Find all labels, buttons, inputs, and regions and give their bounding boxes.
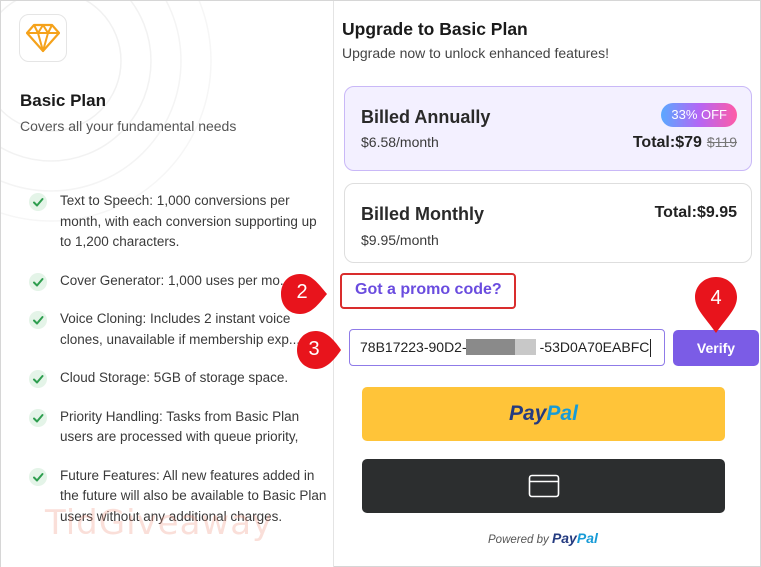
billing-option-price: $9.95/month: [361, 232, 439, 248]
promo-code-prefix: 78B17223-90D2-: [360, 339, 467, 355]
annotation-marker-3: 3: [293, 327, 341, 383]
annotation-number: 2: [296, 281, 308, 303]
plan-title: Basic Plan: [20, 91, 106, 110]
check-icon: [29, 272, 47, 291]
annotation-number: 3: [308, 338, 320, 360]
paypal-wordmark-pay: Pay: [551, 530, 577, 546]
original-price: $119: [706, 134, 737, 150]
powered-by-text: Powered by: [488, 534, 549, 546]
billing-option-price: $6.58/month: [361, 134, 439, 150]
feature-text: Priority Handling: Tasks from Basic Plan…: [60, 408, 300, 445]
check-icon: [29, 408, 47, 427]
check-icon: [29, 467, 47, 486]
billing-option-name: Billed Annually: [361, 107, 491, 127]
feature-text: Cover Generator: 1,000 uses per mo...: [60, 272, 292, 288]
feature-item: Priority Handling: Tasks from Basic Plan…: [29, 407, 329, 448]
feature-text: Text to Speech: 1,000 conversions per mo…: [60, 193, 317, 249]
window-frame: Basic Plan Covers all your fundamental n…: [0, 0, 761, 567]
paypal-button[interactable]: Pay Pal: [362, 387, 725, 441]
annotation-marker-2: 2: [281, 269, 327, 325]
feature-text: Voice Cloning: Includes 2 instant voice …: [60, 311, 301, 347]
upgrade-title: Upgrade to Basic Plan: [342, 19, 528, 39]
promo-code-suffix: -53D0A70EABFC: [539, 339, 650, 355]
annotation-number: 4: [710, 287, 722, 309]
total-amount: Total:$79: [632, 134, 702, 151]
paypal-wordmark: PayPal: [552, 530, 598, 546]
credit-card-icon: [528, 474, 559, 498]
feature-list: Text to Speech: 1,000 conversions per mo…: [29, 191, 329, 545]
billing-option-name: Billed Monthly: [361, 204, 484, 224]
annotation-marker-4: 4: [693, 275, 739, 333]
billing-option-total: Total:$79 $119: [633, 134, 737, 152]
redaction-block: [466, 339, 536, 355]
promo-code-link[interactable]: Got a promo code?: [355, 281, 502, 299]
paypal-logo-pay: Pay: [509, 402, 547, 425]
check-icon: [29, 311, 47, 329]
check-icon: [29, 193, 47, 211]
plan-subtitle: Covers all your fundamental needs: [20, 118, 237, 134]
feature-item: Cloud Storage: 5GB of storage space.: [29, 368, 329, 389]
billing-option-total: Total:$9.95: [654, 204, 737, 221]
billing-option-monthly[interactable]: Billed Monthly $9.95/month Total:$9.95: [344, 183, 752, 263]
feature-text: Cloud Storage: 5GB of storage space.: [60, 370, 289, 385]
paypal-logo-pal: Pal: [546, 402, 578, 425]
powered-by-paypal: Powered by PayPal: [488, 530, 598, 546]
plan-logo: [19, 14, 67, 62]
upgrade-subtitle: Upgrade now to unlock enhanced features!: [342, 45, 609, 61]
discount-badge: 33% OFF: [661, 103, 737, 127]
paypal-wordmark-pal: Pal: [576, 530, 598, 546]
diamond-icon: [26, 23, 60, 53]
billing-option-annual[interactable]: Billed Annually $6.58/month 33% OFF Tota…: [344, 86, 752, 171]
watermark: TidGiveaway: [45, 503, 274, 543]
card-payment-button[interactable]: [362, 459, 725, 513]
feature-item: Text to Speech: 1,000 conversions per mo…: [29, 191, 329, 253]
check-icon: [29, 370, 47, 388]
verify-button[interactable]: Verify: [673, 330, 759, 366]
